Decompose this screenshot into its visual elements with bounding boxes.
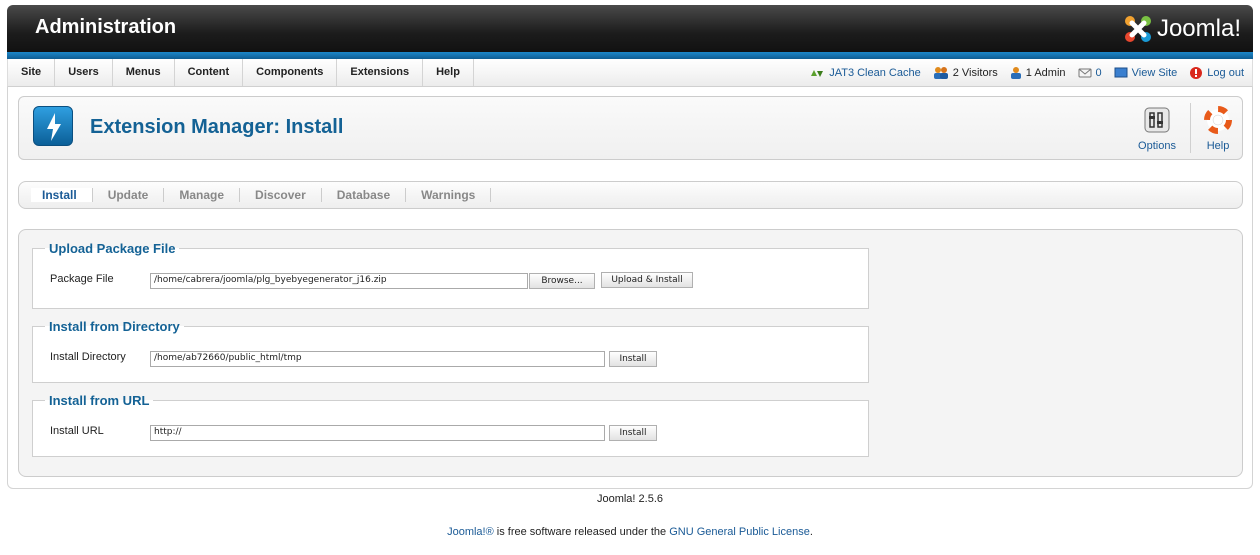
install-url-button[interactable]: Install — [609, 425, 657, 441]
logout-icon — [1190, 66, 1203, 79]
options-icon — [1144, 107, 1170, 133]
joomla-link[interactable]: Joomla!® — [447, 526, 494, 538]
menu-help[interactable]: Help — [423, 59, 474, 86]
upload-package-legend: Upload Package File — [49, 241, 176, 256]
clean-cache-link[interactable]: JAT3 Clean Cache — [809, 67, 921, 79]
status-bar: JAT3 Clean Cache 2 Visitors 1 Admin 0 Vi… — [797, 59, 1244, 86]
visitors-count: 2 Visitors — [933, 66, 998, 80]
install-directory-label: Install Directory — [50, 351, 126, 363]
menu-menus[interactable]: Menus — [113, 59, 175, 86]
install-url-input[interactable]: http:// — [150, 425, 605, 441]
lightning-bolt-icon — [47, 113, 61, 141]
tab-manage[interactable]: Manage — [164, 188, 241, 202]
menu-bar: Site Users Menus Content Components Exte… — [7, 59, 1253, 87]
options-label: Options — [1138, 140, 1176, 152]
visitors-icon — [933, 66, 948, 79]
options-button[interactable]: Options — [1134, 105, 1180, 152]
menu-components[interactable]: Components — [243, 59, 338, 86]
header-stripe — [7, 52, 1253, 59]
license-middle-text: is free software released under the — [493, 526, 670, 538]
install-directory-button[interactable]: Install — [609, 351, 657, 367]
license-text: Joomla!® is free software released under… — [0, 526, 1260, 538]
install-url-legend: Install from URL — [49, 393, 150, 408]
version-text: Joomla! 2.5.6 — [596, 493, 664, 505]
install-url-label: Install URL — [50, 425, 104, 437]
page-title: Extension Manager: Install — [90, 116, 344, 138]
package-file-input[interactable]: /home/cabrera/joomla/plg_byebyegenerator… — [150, 273, 528, 289]
joomla-logo-text: Joomla! — [1156, 15, 1241, 42]
logout-link[interactable]: Log out — [1189, 66, 1244, 80]
recycle-icon — [811, 69, 824, 77]
tab-update[interactable]: Update — [93, 188, 165, 202]
admin-header: Administration Joomla! — [7, 5, 1253, 52]
admin-user-icon — [1010, 66, 1021, 79]
submenu-tabs: Install Update Manage Discover Database … — [18, 181, 1243, 209]
monitor-icon — [1114, 67, 1128, 77]
admins-count: 1 Admin — [1010, 66, 1066, 80]
menu-extensions[interactable]: Extensions — [337, 59, 424, 86]
tab-database[interactable]: Database — [322, 188, 407, 202]
messages-icon — [1078, 68, 1092, 77]
install-directory-legend: Install from Directory — [49, 319, 180, 334]
toolbar-divider — [1190, 103, 1191, 153]
menu-users[interactable]: Users — [55, 59, 113, 86]
upload-install-button[interactable]: Upload & Install — [601, 272, 693, 288]
tab-discover[interactable]: Discover — [240, 188, 322, 202]
install-url-fieldset: Install from URL Install URL http:// Ins… — [32, 393, 869, 457]
help-button[interactable]: Help — [1195, 105, 1241, 152]
header-title: Administration — [35, 16, 177, 38]
admins-label: 1 Admin — [1025, 66, 1066, 79]
help-label: Help — [1206, 140, 1230, 152]
joomla-logo-icon — [1124, 16, 1151, 42]
tab-warnings[interactable]: Warnings — [406, 188, 492, 202]
main-menu: Site Users Menus Content Components Exte… — [8, 59, 474, 86]
joomla-logo[interactable]: Joomla! — [1123, 13, 1241, 45]
gpl-link[interactable]: GNU General Public License — [669, 526, 810, 538]
view-site-label: View Site — [1131, 66, 1178, 79]
messages-link[interactable]: 0 — [1078, 67, 1102, 79]
tab-install[interactable]: Install — [31, 188, 93, 202]
license-end-text: . — [809, 526, 813, 538]
lifebuoy-icon — [1204, 106, 1232, 134]
toolbar-box: Extension Manager: Install Options Help — [18, 96, 1243, 160]
menu-content[interactable]: Content — [175, 59, 244, 86]
install-panel: Upload Package File Package File /home/c… — [18, 229, 1243, 477]
install-directory-input[interactable]: /home/ab72660/public_html/tmp — [150, 351, 605, 367]
upload-package-fieldset: Upload Package File Package File /home/c… — [32, 241, 869, 309]
view-site-link[interactable]: View Site — [1114, 66, 1178, 79]
browse-button[interactable]: Browse... — [529, 273, 595, 289]
messages-count: 0 — [1095, 66, 1102, 79]
package-file-label: Package File — [50, 273, 114, 285]
visitors-label: 2 Visitors — [952, 66, 998, 79]
logout-label: Log out — [1207, 66, 1244, 79]
install-directory-fieldset: Install from Directory Install Directory… — [32, 319, 869, 383]
menu-site[interactable]: Site — [8, 59, 56, 86]
clean-cache-label: JAT3 Clean Cache — [829, 66, 921, 79]
extension-manager-icon — [33, 106, 73, 146]
